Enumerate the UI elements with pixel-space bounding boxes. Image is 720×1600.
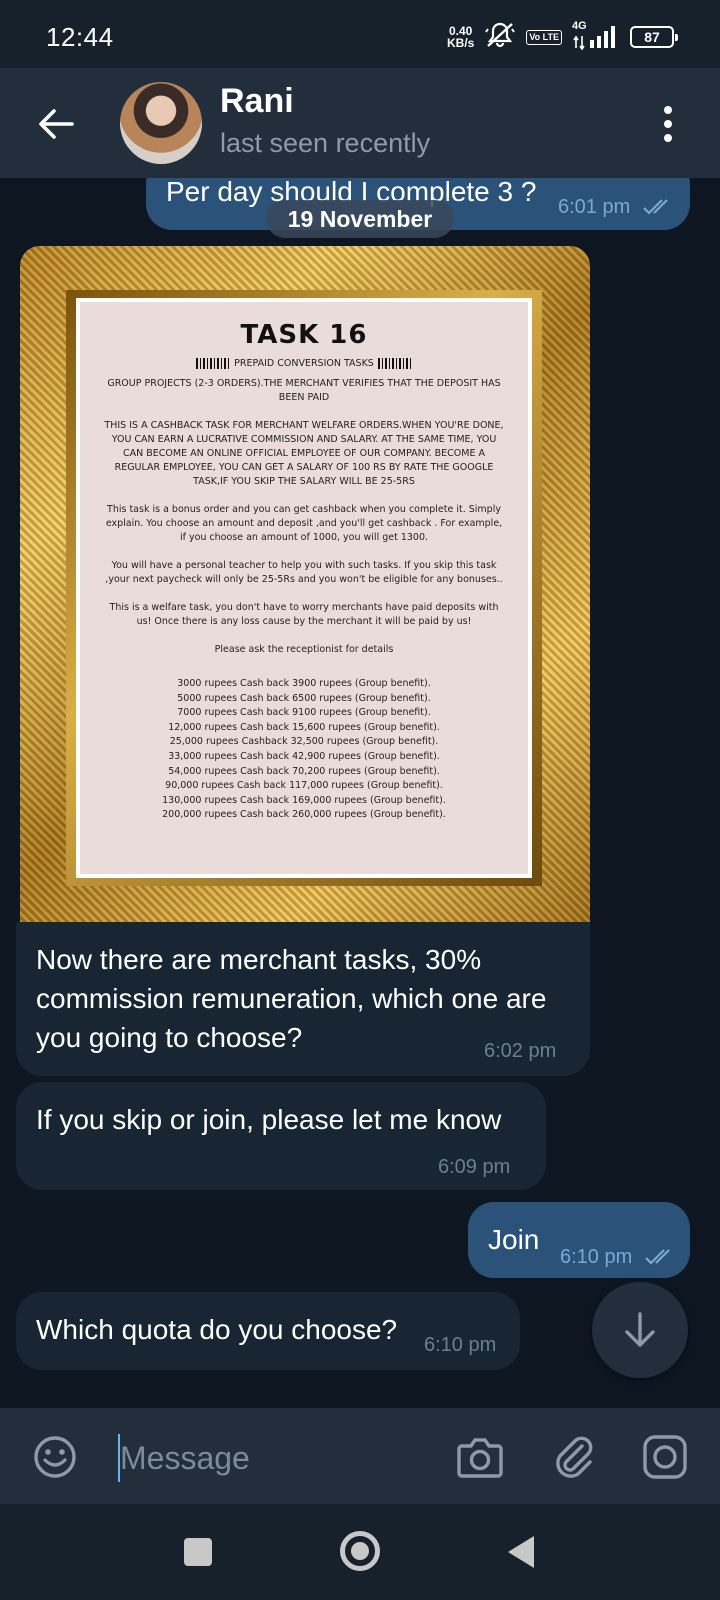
camera-button[interactable] [456, 1434, 504, 1485]
emoji-button[interactable] [32, 1434, 78, 1485]
message-composer [0, 1408, 720, 1504]
date-separator: 19 November [266, 200, 454, 238]
cashback-item: 200,000 rupees Cash back 260,000 rupees … [162, 809, 446, 821]
home-button[interactable] [340, 1531, 380, 1571]
task-subtitle: PREPAID CONVERSION TASKS [102, 358, 506, 369]
status-time: 12:44 [46, 22, 114, 52]
message-text: Which quota do you choose? [36, 1314, 398, 1345]
chat-header: Rani last seen recently [0, 68, 720, 178]
cashback-item: 7000 rupees Cash back 9100 rupees (Group… [177, 707, 431, 719]
message-text: If you skip or join, please let me know [36, 1104, 502, 1135]
cashback-item: 90,000 rupees Cash back 117,000 rupees (… [165, 780, 443, 792]
mute-icon [484, 21, 516, 54]
contact-name[interactable]: Rani [220, 82, 294, 121]
message-input[interactable] [120, 1432, 420, 1484]
back-button[interactable] [36, 104, 76, 144]
volte-badge: Vo LTE [526, 29, 562, 45]
net-speed-unit: KB/s [446, 36, 475, 50]
barcode-icon [196, 358, 231, 369]
status-bar: 12:44 0.40 KB/s Vo LTE 4G 87 [0, 0, 720, 68]
message-time: 6:01 pm [558, 196, 631, 218]
cashback-item: 25,000 rupees Cashback 32,500 rupees (Gr… [169, 736, 439, 748]
barcode-icon [377, 358, 412, 369]
cashback-item: 3000 rupees Cash back 3900 rupees (Group… [177, 678, 431, 689]
cashback-item: 33,000 rupees Cash back 42,900 rupees (G… [168, 750, 440, 762]
battery-level: 87 [644, 29, 660, 45]
cashback-item: 5000 rupees Cash back 6500 rupees (Group… [177, 692, 431, 704]
photo-message[interactable]: TASK 16 PREPAID CONVERSION TASKS GROUP P… [20, 246, 590, 936]
task-title: TASK 16 [240, 320, 368, 350]
recent-apps-button[interactable] [184, 1538, 212, 1566]
camera-icon [457, 1438, 503, 1478]
scroll-down-button[interactable] [592, 1282, 688, 1378]
emoji-icon [34, 1436, 76, 1478]
message-text: Now there are merchant tasks, 30% commis… [36, 944, 547, 1053]
system-back-button[interactable] [508, 1536, 534, 1568]
message-time: 6:02 pm [484, 1040, 557, 1062]
task-paragraph: This is a welfare task, you don't have t… [109, 602, 499, 627]
task-subtitle-text: PREPAID CONVERSION TASKS [234, 358, 374, 369]
network-type: 4G [572, 20, 587, 32]
task-paragraph: You will have a personal teacher to help… [105, 560, 503, 585]
task-paragraph: This task is a bonus order and you can g… [105, 504, 503, 543]
cashback-item: 130,000 rupees Cash back 169,000 rupees … [162, 794, 446, 806]
message-time: 6:10 pm [560, 1246, 633, 1268]
message-outgoing[interactable]: Join 6:10 pm [468, 1202, 690, 1278]
battery-icon: 87 [630, 26, 678, 48]
system-nav-bar [0, 1504, 720, 1600]
arrow-left-icon [39, 109, 74, 139]
message-text: Join [488, 1224, 540, 1255]
status-icons: 0.40 KB/s Vo LTE 4G 87 [447, 20, 678, 54]
task-document: TASK 16 PREPAID CONVERSION TASKS GROUP P… [76, 298, 532, 878]
cashback-list: 3000 rupees Cash back 3900 rupees (Group… [102, 677, 506, 823]
task-paragraph: Please ask the receptionist for details [214, 644, 394, 655]
cashback-item: 54,000 rupees Cash back 70,200 rupees (G… [168, 765, 440, 777]
task-paragraph: GROUP PROJECTS (2-3 ORDERS).THE MERCHANT… [107, 378, 501, 403]
arrow-down-icon [625, 1312, 655, 1347]
round-video-button[interactable] [642, 1434, 688, 1485]
net-speed: 0.40 KB/s [447, 25, 474, 49]
contact-status: last seen recently [220, 128, 431, 158]
message-incoming[interactable]: Now there are merchant tasks, 30% commis… [16, 922, 590, 1076]
message-time: 6:10 pm [424, 1334, 497, 1356]
message-incoming[interactable]: Which quota do you choose? 6:10 pm [16, 1292, 520, 1370]
round-video-icon [643, 1435, 687, 1479]
message-list[interactable]: Per day should I complete 3 ? 6:01 pm 19… [0, 178, 720, 1408]
message-incoming[interactable]: If you skip or join, please let me know … [16, 1082, 546, 1190]
signal-icon: 4G [572, 20, 620, 50]
avatar[interactable] [120, 82, 202, 164]
task-paragraph: THIS IS A CASHBACK TASK FOR MERCHANT WEL… [104, 420, 504, 487]
double-check-icon [645, 1249, 670, 1265]
cashback-item: 12,000 rupees Cash back 15,600 rupees (G… [168, 721, 440, 733]
more-vertical-icon [664, 106, 672, 114]
attach-button[interactable] [552, 1434, 596, 1485]
double-check-icon [643, 199, 668, 215]
more-menu-button[interactable] [660, 106, 676, 142]
paperclip-icon [556, 1436, 593, 1478]
message-time: 6:09 pm [438, 1156, 511, 1178]
